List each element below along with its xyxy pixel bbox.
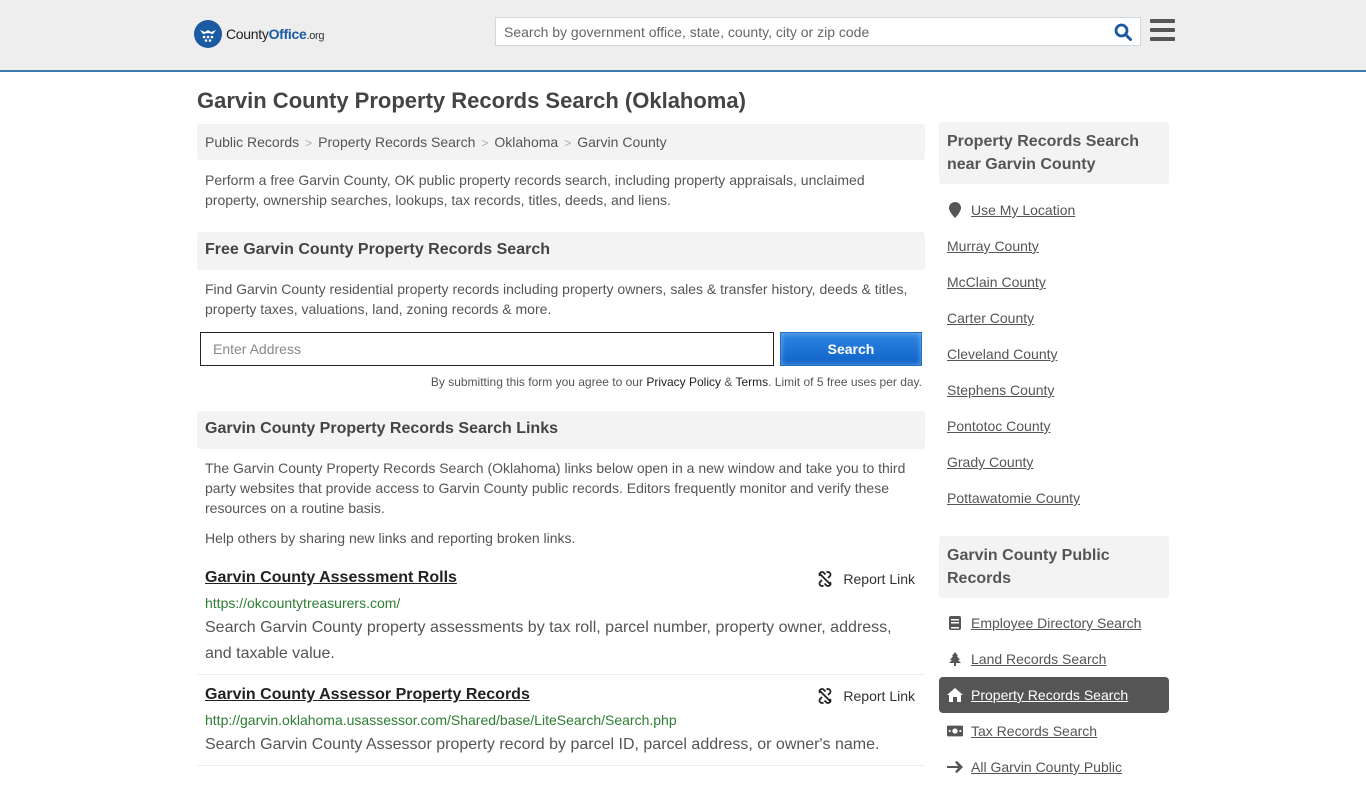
site-search-input[interactable] bbox=[496, 18, 1096, 45]
terms-link[interactable]: Terms bbox=[735, 375, 768, 389]
breadcrumb-property-records-search[interactable]: Property Records Search bbox=[318, 134, 475, 150]
nearby-county-link[interactable]: Pontotoc County bbox=[947, 418, 1051, 434]
page-title: Garvin County Property Records Search (O… bbox=[197, 88, 746, 113]
record-link-item: Garvin County Assessor Property Records … bbox=[197, 686, 925, 766]
sidebar-item-property-records[interactable]: Property Records Search bbox=[939, 677, 1169, 713]
home-icon bbox=[947, 687, 963, 703]
address-search-button[interactable]: Search bbox=[780, 332, 922, 366]
sidebar-item-employee-directory[interactable]: Employee Directory Search bbox=[939, 605, 1169, 641]
breadcrumb: Public Records > Property Records Search > O… bbox=[197, 124, 925, 160]
breadcrumb-separator: > bbox=[481, 136, 489, 150]
breadcrumb-public-records[interactable]: Public Records bbox=[205, 134, 299, 150]
book-icon bbox=[947, 615, 963, 631]
record-link-description: Search Garvin County property assessment… bbox=[205, 619, 892, 662]
record-link-item: Garvin County Assessment Rolls Report Li… bbox=[197, 569, 925, 675]
nearby-county-link[interactable]: McClain County bbox=[947, 274, 1046, 290]
hamburger-menu-icon[interactable] bbox=[1150, 19, 1175, 41]
free-search-description: Find Garvin County residential property … bbox=[205, 281, 908, 317]
nearby-county-link[interactable]: Grady County bbox=[947, 454, 1033, 470]
search-icon[interactable] bbox=[1114, 23, 1132, 41]
record-link-title[interactable]: Garvin County Assessment Rolls bbox=[205, 569, 457, 587]
nearby-county-link[interactable]: Stephens County bbox=[947, 382, 1054, 398]
breadcrumb-oklahoma[interactable]: Oklahoma bbox=[494, 134, 558, 150]
public-records-heading: Garvin County Public Records bbox=[939, 536, 1169, 598]
sidebar-item-all-public-records[interactable]: All Garvin County Public bbox=[939, 749, 1169, 785]
nearby-heading: Property Records Search near Garvin Coun… bbox=[939, 122, 1169, 184]
intro-text: Perform a free Garvin County, OK public … bbox=[205, 172, 865, 208]
record-link-title[interactable]: Garvin County Assessor Property Records bbox=[205, 686, 530, 704]
nearby-county-link[interactable]: Carter County bbox=[947, 310, 1034, 326]
free-search-heading: Free Garvin County Property Records Sear… bbox=[197, 232, 925, 270]
money-icon bbox=[947, 723, 963, 739]
report-link-button[interactable]: Report Link bbox=[817, 571, 915, 587]
map-marker-icon bbox=[947, 202, 963, 218]
breadcrumb-separator: > bbox=[564, 136, 572, 150]
links-section-description: The Garvin County Property Records Searc… bbox=[205, 460, 906, 516]
address-input[interactable] bbox=[200, 332, 774, 366]
broken-link-icon bbox=[818, 571, 833, 587]
arrow-right-icon bbox=[947, 759, 963, 775]
record-link-url: http://garvin.oklahoma.usassessor.com/Sh… bbox=[205, 712, 677, 728]
new-links-link[interactable]: new links bbox=[349, 530, 407, 546]
report-link-button[interactable]: Report Link bbox=[817, 688, 915, 704]
sidebar-item-tax-records[interactable]: Tax Records Search bbox=[939, 713, 1169, 749]
terms-notice: By submitting this form you agree to our… bbox=[430, 375, 922, 389]
site-logo[interactable]: CountyOffice.org bbox=[194, 20, 325, 48]
help-text: Help others by sharing new links and rep… bbox=[205, 530, 576, 546]
record-link-url: https://okcountytreasurers.com/ bbox=[205, 595, 401, 611]
use-my-location-link[interactable]: Use My Location bbox=[939, 192, 1169, 228]
breadcrumb-separator: > bbox=[305, 136, 313, 150]
site-search bbox=[495, 17, 1141, 46]
nearby-county-link[interactable]: Cleveland County bbox=[947, 346, 1058, 362]
nearby-county-link[interactable]: Murray County bbox=[947, 238, 1039, 254]
record-link-description: Search Garvin County Assessor property r… bbox=[205, 736, 880, 753]
nearby-county-link[interactable]: Pottawatomie County bbox=[947, 490, 1080, 506]
eagle-logo-icon bbox=[194, 20, 222, 48]
site-header: CountyOffice.org bbox=[0, 0, 1366, 72]
privacy-policy-link[interactable]: Privacy Policy bbox=[646, 375, 721, 389]
breadcrumb-garvin-county[interactable]: Garvin County bbox=[577, 134, 666, 150]
sidebar-item-land-records[interactable]: Land Records Search bbox=[939, 641, 1169, 677]
links-section-heading: Garvin County Property Records Search Li… bbox=[197, 411, 925, 449]
broken-link-icon bbox=[818, 688, 833, 704]
logo-text: CountyOffice.org bbox=[226, 26, 325, 42]
tree-icon bbox=[947, 651, 963, 667]
